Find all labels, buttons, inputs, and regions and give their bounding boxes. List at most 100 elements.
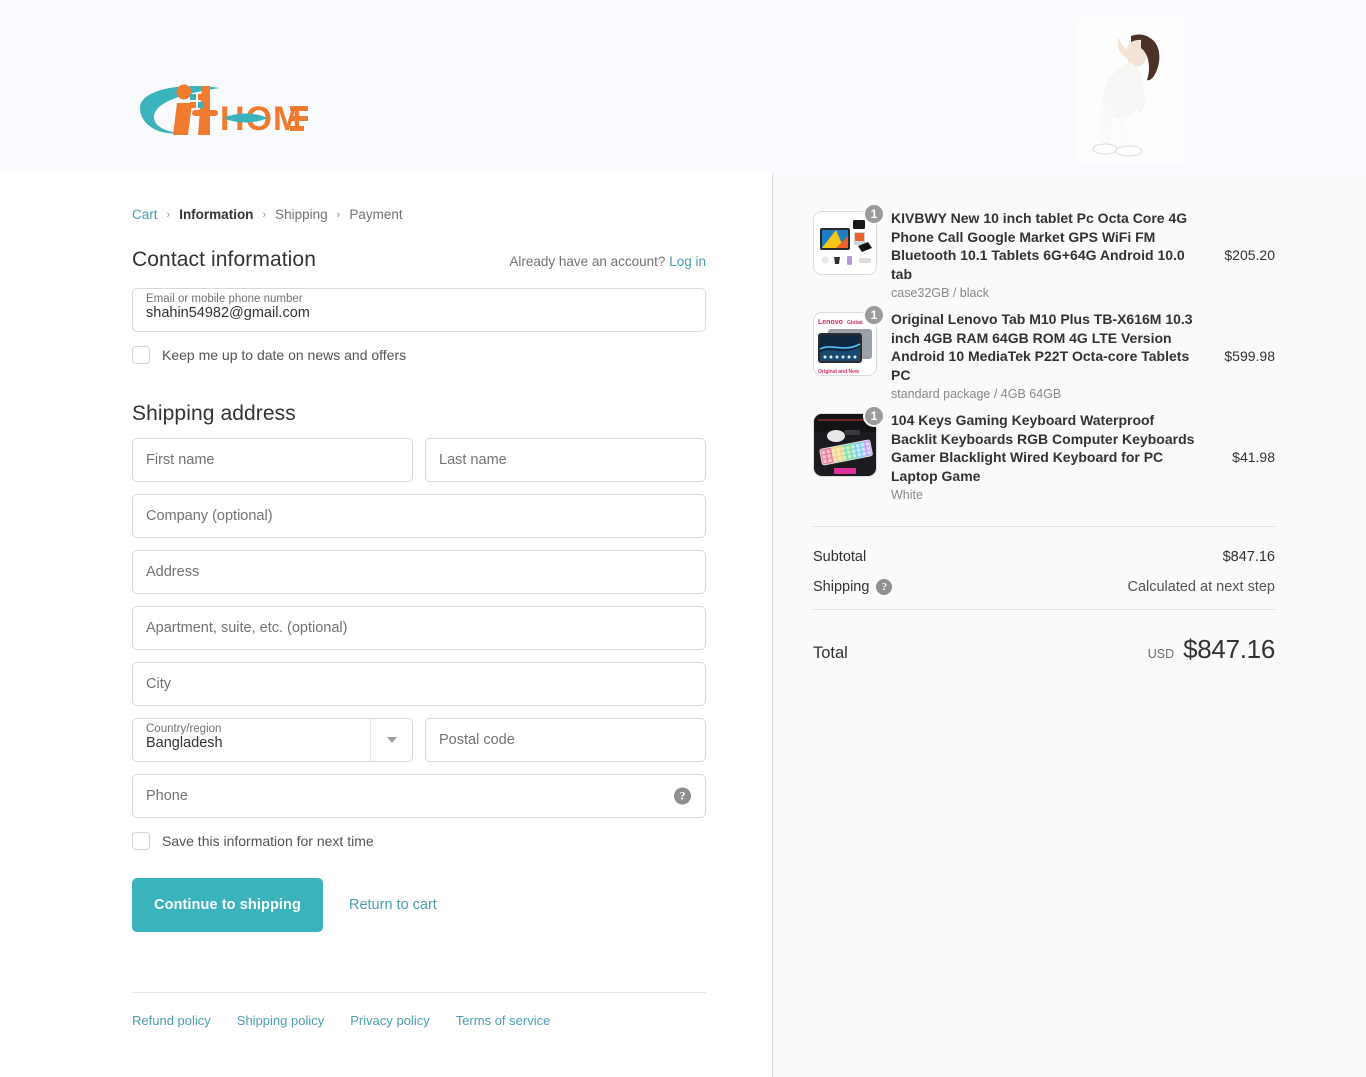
company-placeholder: Company (optional) [146,508,273,524]
breadcrumb-item-payment[interactable]: Payment [349,207,402,222]
footer-links: Refund policy Shipping policy Privacy po… [132,993,706,1028]
phone-field[interactable]: Phone ? [132,774,706,818]
order-item-thumbnail-wrap: 1 [813,405,885,477]
save-info-checkbox[interactable] [132,832,150,850]
total-amount: $847.16 [1183,634,1275,664]
fashion-model-photo [1075,18,1185,163]
newsletter-checkbox[interactable] [132,346,150,364]
order-item-thumbnail-wrap: Lenovo Global Original and New 1 [813,304,885,376]
save-info-checkbox-label: Save this information for next time [162,833,374,849]
checkout-form-column: Cart › Information › Shipping › Payment … [0,173,772,1077]
order-item: 1 KIVBWY New 10 inch tablet Pc Octa Core… [813,203,1275,300]
order-item-variant: standard package / 4GB 64GB [891,387,1062,401]
city-placeholder: City [146,676,171,692]
address-placeholder: Address [146,564,200,580]
page-header: HOM [0,0,1366,173]
last-name-field[interactable]: Last name [425,438,706,482]
total-label: Total [813,644,848,662]
contact-section-header: Contact information Already have an acco… [132,248,706,272]
account-prompt-text: Already have an account? [509,254,666,269]
shipping-help-icon[interactable]: ? [876,579,893,595]
shipping-address-title: Shipping address [132,402,296,425]
order-summary-column: 1 KIVBWY New 10 inch tablet Pc Octa Core… [772,173,1366,1077]
shipping-value: Calculated at next step [1127,579,1275,595]
grand-total-section: Total USD $847.16 [813,609,1275,665]
checkout-page: HOM Cart › Information › Shipping › Paym… [0,0,1366,1077]
order-item-title: KIVBWY New 10 inch tablet Pc Octa Core 4… [891,210,1188,282]
shipping-label-group: Shipping ? [813,579,893,595]
order-item-quantity-badge: 1 [863,405,885,427]
order-items-list: 1 KIVBWY New 10 inch tablet Pc Octa Core… [813,173,1275,502]
account-prompt: Already have an account? Log in [509,254,706,269]
first-name-placeholder: First name [146,452,215,468]
subtotal-row: Subtotal $847.16 [813,549,1275,565]
subtotal-label: Subtotal [813,549,867,565]
ithome-logo[interactable]: HOM [132,78,312,140]
continue-to-shipping-button[interactable]: Continue to shipping [132,878,323,932]
form-actions: Continue to shipping Return to cart [132,878,706,932]
save-info-checkbox-row[interactable]: Save this information for next time [132,832,706,850]
breadcrumb-separator-icon: › [166,208,171,221]
postal-code-placeholder: Postal code [439,732,515,748]
order-item-price: $41.98 [1232,448,1275,465]
name-row: First name Last name [132,426,706,482]
contact-information-title: Contact information [132,248,316,271]
country-select-value: Bangladesh [146,735,223,751]
shipping-row: Shipping ? Calculated at next step [813,579,1275,595]
order-item-details: Original Lenovo Tab M10 Plus TB-X616M 10… [877,310,1209,401]
newsletter-checkbox-label: Keep me up to date on news and offers [162,347,407,363]
subtotal-value: $847.16 [1222,549,1275,565]
phone-placeholder: Phone [146,788,188,804]
totals-section: Subtotal $847.16 Shipping ? Calculated a… [813,526,1275,595]
breadcrumb: Cart › Information › Shipping › Payment [132,173,706,222]
order-item-price: $599.98 [1224,347,1275,364]
postal-code-field[interactable]: Postal code [425,718,706,762]
total-amount-group: USD $847.16 [1147,634,1276,665]
order-item-details: KIVBWY New 10 inch tablet Pc Octa Core 4… [877,209,1209,300]
shipping-policy-link[interactable]: Shipping policy [237,1013,324,1028]
country-postal-row: Country/region Bangladesh Postal code [132,706,706,762]
city-field[interactable]: City [132,662,706,706]
svg-text:Original and New: Original and New [818,369,859,375]
svg-text:Global: Global [847,320,863,326]
currency-code: USD [1147,647,1175,661]
company-field[interactable]: Company (optional) [132,494,706,538]
apartment-placeholder: Apartment, suite, etc. (optional) [146,620,348,636]
phone-help-icon[interactable]: ? [674,787,691,805]
email-field[interactable]: Email or mobile phone number shahin54982… [132,288,706,332]
breadcrumb-item-shipping[interactable]: Shipping [275,207,328,222]
log-in-link[interactable]: Log in [669,254,706,269]
svg-text:Lenovo: Lenovo [818,319,843,326]
order-item-thumbnail-wrap: 1 [813,203,885,275]
chevron-down-icon[interactable] [370,719,412,761]
apartment-field[interactable]: Apartment, suite, etc. (optional) [132,606,706,650]
order-item: Lenovo Global Original and New 1 Origina… [813,304,1275,401]
order-item-price: $205.20 [1224,246,1275,263]
return-to-cart-link[interactable]: Return to cart [349,897,437,913]
order-item-title: 104 Keys Gaming Keyboard Waterproof Back… [891,412,1195,484]
email-field-value: shahin54982@gmail.com [146,305,310,321]
privacy-policy-link[interactable]: Privacy policy [350,1013,429,1028]
country-select-label: Country/region [146,723,222,735]
order-item-title: Original Lenovo Tab M10 Plus TB-X616M 10… [891,311,1193,383]
grand-total-row: Total USD $847.16 [813,634,1275,665]
breadcrumb-item-information[interactable]: Information [179,207,253,222]
breadcrumb-separator-icon: › [262,208,267,221]
address-field[interactable]: Address [132,550,706,594]
order-item-variant: White [891,488,923,502]
breadcrumb-item-cart[interactable]: Cart [132,207,158,222]
order-item: 1 104 Keys Gaming Keyboard Waterproof Ba… [813,405,1275,502]
shipping-label: Shipping [813,579,870,595]
terms-of-service-link[interactable]: Terms of service [456,1013,551,1028]
last-name-placeholder: Last name [439,452,507,468]
refund-policy-link[interactable]: Refund policy [132,1013,211,1028]
order-item-details: 104 Keys Gaming Keyboard Waterproof Back… [877,411,1209,502]
order-item-quantity-badge: 1 [863,203,885,225]
order-item-variant: case32GB / black [891,286,989,300]
country-select[interactable]: Country/region Bangladesh [132,718,413,762]
newsletter-checkbox-row[interactable]: Keep me up to date on news and offers [132,346,706,364]
first-name-field[interactable]: First name [132,438,413,482]
breadcrumb-separator-icon: › [336,208,341,221]
email-field-label: Email or mobile phone number [146,293,303,305]
order-item-quantity-badge: 1 [863,304,885,326]
